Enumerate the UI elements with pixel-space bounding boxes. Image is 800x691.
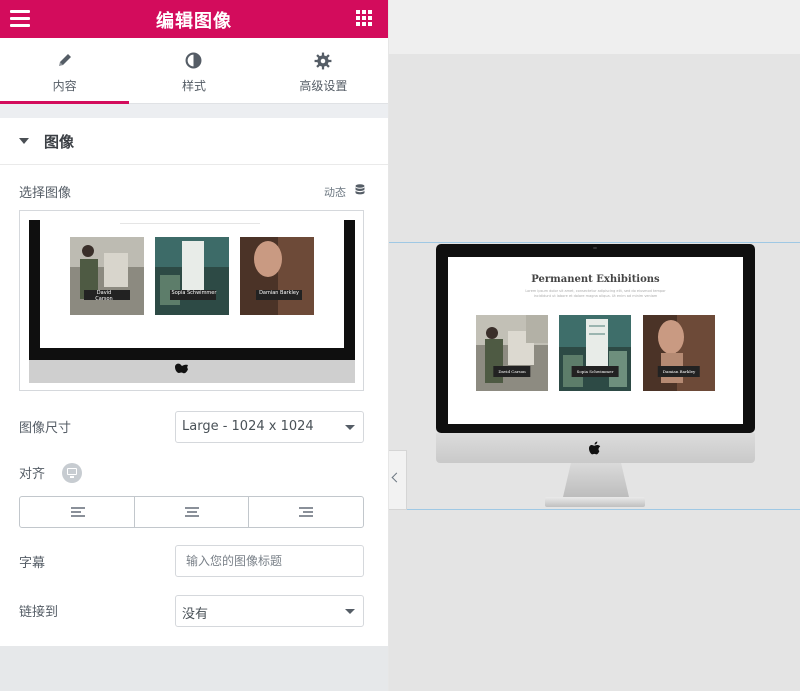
caret-down-icon xyxy=(19,138,29,144)
contrast-icon xyxy=(129,52,258,74)
chevron-left-icon xyxy=(391,472,402,483)
panel-tabs: 内容 样式 高级设置 xyxy=(0,38,388,104)
section-title: 图像 xyxy=(44,133,75,151)
section-spacer xyxy=(0,104,388,118)
thumb-caption-3: Damian Barkley xyxy=(259,290,299,296)
choose-image-label: 选择图像 xyxy=(19,186,72,201)
imac-screen: Permanent Exhibitions Lorem ipsum dolor … xyxy=(448,257,743,424)
apple-logo-icon xyxy=(589,441,601,455)
image-chooser[interactable] xyxy=(19,210,364,391)
panel-title: 编辑图像 xyxy=(156,11,232,32)
exhibitions-title: Permanent Exhibitions xyxy=(531,274,660,285)
exhibitions-subtitle: Lorem ipsum dolor sit amet, consectetur … xyxy=(525,289,666,298)
caption-input[interactable] xyxy=(176,546,363,576)
camera-dot xyxy=(593,247,597,249)
link-value: 没有 xyxy=(182,607,209,622)
collapse-panel-button[interactable] xyxy=(389,450,407,510)
align-right-button[interactable] xyxy=(249,497,363,527)
imac-foot xyxy=(545,497,645,507)
editor-panel: 编辑图像 内容 样式 高级设置 图像 选择图像 动态 David Carson … xyxy=(0,0,388,691)
pencil-icon xyxy=(0,52,129,74)
card-caption: David Carson xyxy=(493,366,531,377)
tab-label: 高级设置 xyxy=(299,79,348,93)
align-label: 对齐 xyxy=(19,467,46,482)
image-size-value: Large - 1024 x 1024 xyxy=(182,419,314,434)
dynamic-tags-button[interactable]: 动态 xyxy=(324,184,346,200)
thumb-caption-2: Sopia Schwimmer xyxy=(171,290,217,296)
align-left-button[interactable] xyxy=(20,497,135,527)
tab-content[interactable]: 内容 xyxy=(0,38,130,104)
tab-advanced[interactable]: 高级设置 xyxy=(258,38,388,103)
align-control xyxy=(19,496,364,528)
guide-line-top xyxy=(389,242,800,243)
card-damian-barkley[interactable]: Damian Barkley xyxy=(643,315,715,391)
card-sopia-schwimmer[interactable]: Sopia Schwimmer xyxy=(559,315,631,391)
preview-top-bar xyxy=(389,0,800,54)
imac-stand xyxy=(563,463,629,497)
image-size-select[interactable]: Large - 1024 x 1024 xyxy=(175,411,364,443)
chevron-down-icon xyxy=(345,425,355,430)
image-thumbnail xyxy=(20,211,363,390)
chevron-down-icon xyxy=(345,609,355,614)
guide-line-bottom xyxy=(389,509,800,510)
tab-style[interactable]: 样式 xyxy=(129,38,259,103)
image-size-label: 图像尺寸 xyxy=(19,421,72,436)
database-icon[interactable] xyxy=(355,184,365,196)
link-label: 链接到 xyxy=(19,605,59,620)
image-section: 图像 选择图像 动态 David Carson Sopia Schwimmer … xyxy=(0,118,388,646)
widgets-grid-icon[interactable] xyxy=(356,10,372,26)
thumb-caption-1: David Carson xyxy=(95,290,113,302)
tab-label: 内容 xyxy=(52,79,77,93)
panel-footer-area xyxy=(0,646,388,691)
tab-label: 样式 xyxy=(181,79,206,93)
card-caption: Sopia Schwimmer xyxy=(571,366,619,377)
card-caption: Damian Barkley xyxy=(657,366,701,377)
section-header[interactable]: 图像 xyxy=(0,118,388,165)
card-david-carson[interactable]: David Carson xyxy=(476,315,548,391)
responsive-desktop-icon[interactable] xyxy=(62,463,82,483)
gear-icon xyxy=(259,52,388,74)
align-center-button[interactable] xyxy=(135,497,250,527)
panel-header: 编辑图像 xyxy=(0,0,388,38)
link-select[interactable]: 没有 xyxy=(175,595,364,627)
caption-label: 字幕 xyxy=(19,556,46,571)
caption-field[interactable] xyxy=(175,545,364,577)
